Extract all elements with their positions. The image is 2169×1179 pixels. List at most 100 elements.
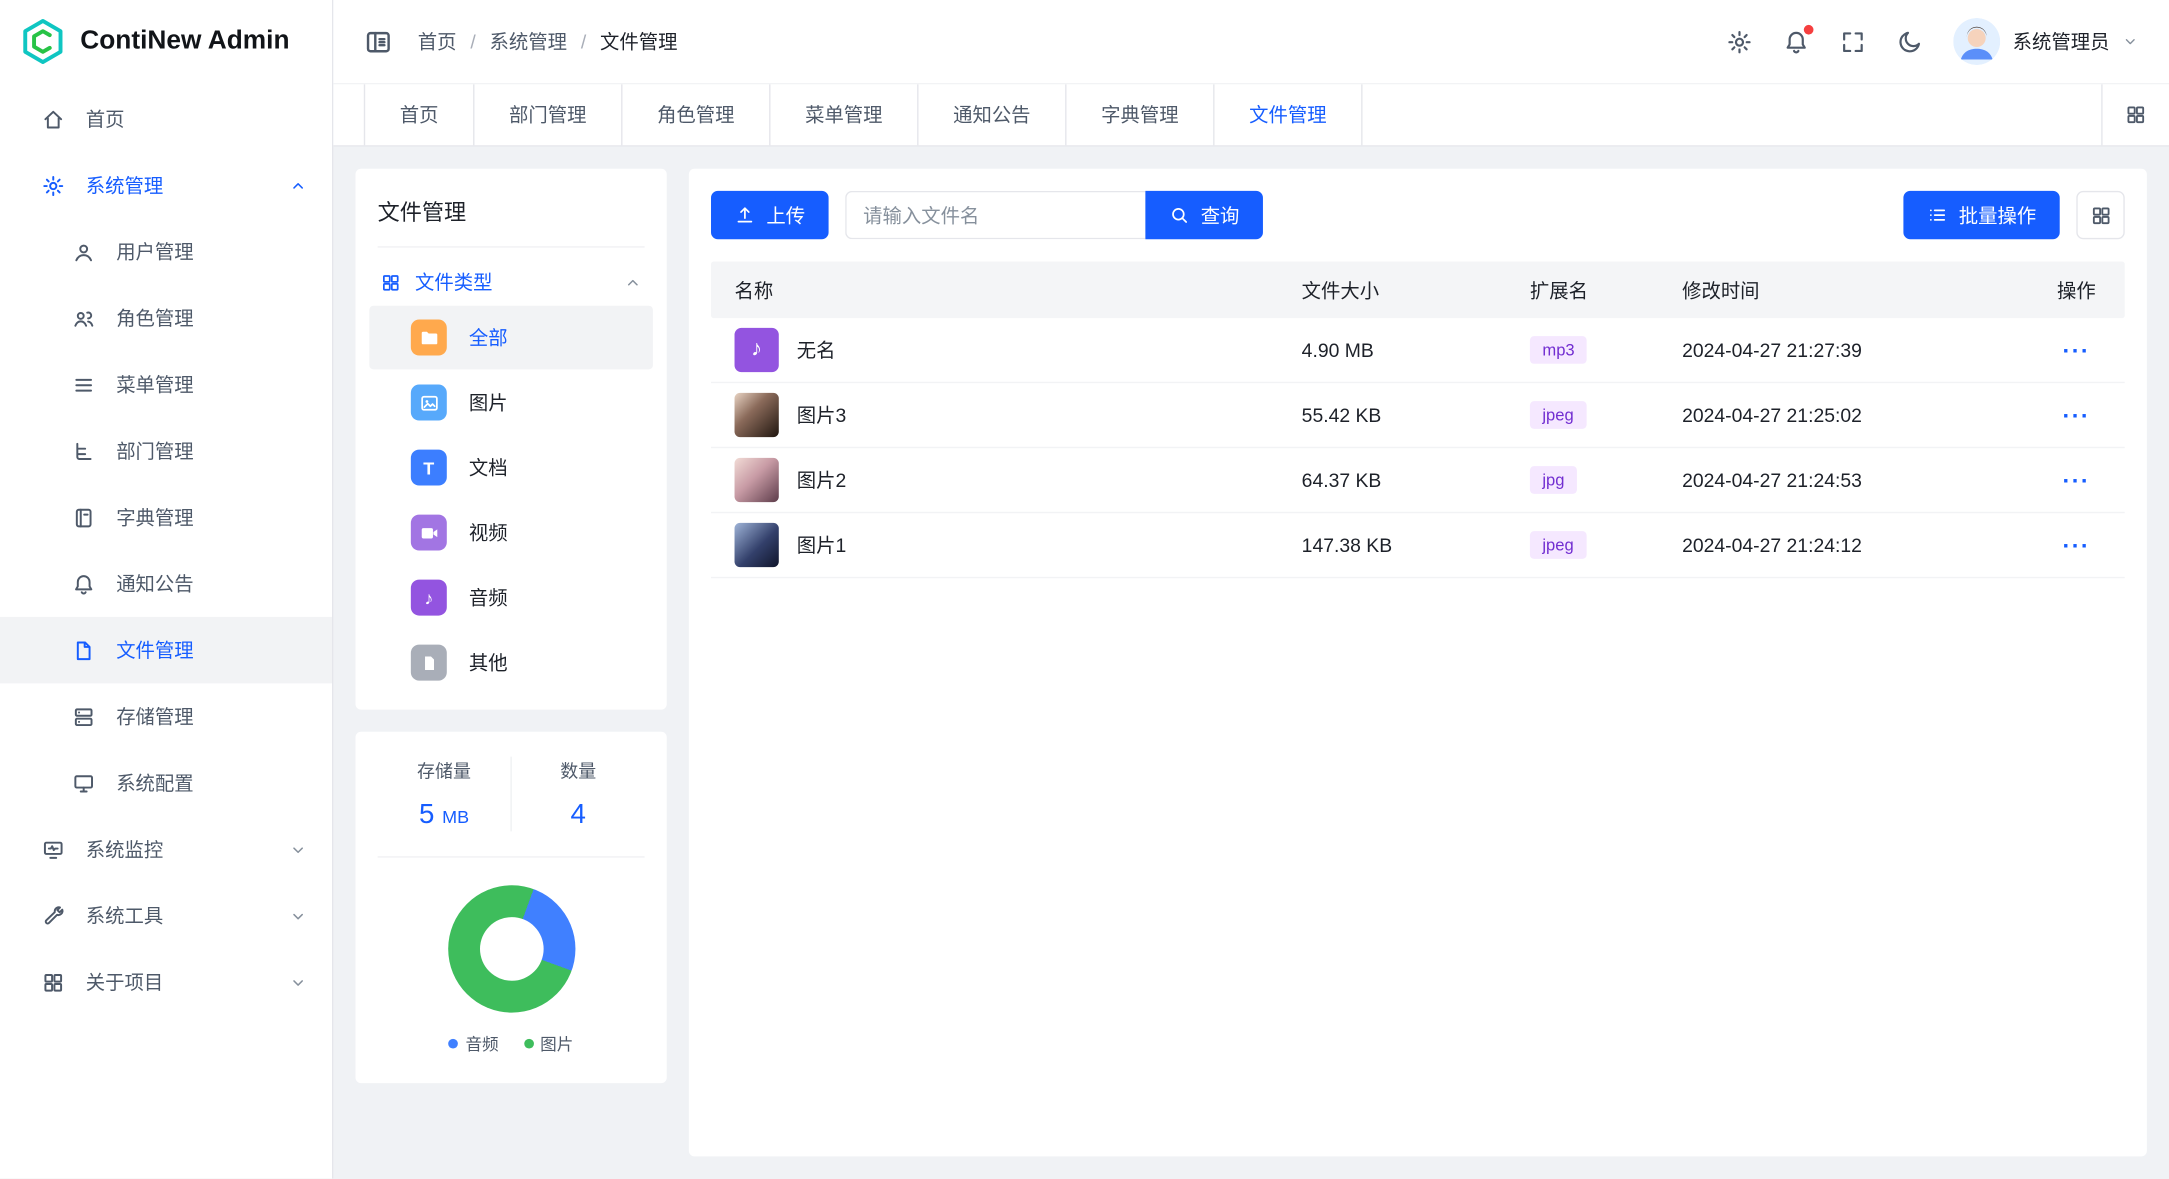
file-thumbnail bbox=[735, 523, 779, 567]
file-mtime: 2024-04-27 21:24:53 bbox=[1682, 469, 2028, 491]
table-row[interactable]: 图片3 55.42 KB jpeg 2024-04-27 21:25:02 ··… bbox=[711, 383, 2125, 448]
row-actions-button[interactable]: ··· bbox=[2062, 403, 2090, 427]
tab-notices[interactable]: 通知公告 bbox=[919, 84, 1067, 145]
tab-menus[interactable]: 菜单管理 bbox=[770, 84, 918, 145]
col-time: 修改时间 bbox=[1682, 276, 2028, 304]
sidebar-item-label: 菜单管理 bbox=[116, 371, 307, 399]
sidebar-item-label: 系统管理 bbox=[86, 172, 269, 200]
breadcrumb-item-home[interactable]: 首页 bbox=[418, 28, 457, 56]
row-actions-button[interactable]: ··· bbox=[2062, 338, 2090, 362]
sidebar-item-label: 用户管理 bbox=[116, 238, 307, 266]
tab-options-button[interactable] bbox=[2101, 84, 2169, 145]
grid-icon bbox=[380, 272, 401, 293]
tab-label: 角色管理 bbox=[657, 101, 734, 129]
sidebar-item-system-config[interactable]: 系统配置 bbox=[0, 750, 332, 816]
sidebar-item-system-tools[interactable]: 系统工具 bbox=[0, 883, 332, 949]
file-mtime: 2024-04-27 21:27:39 bbox=[1682, 339, 2028, 361]
storage-value: 5 bbox=[419, 800, 434, 830]
storage-icon bbox=[72, 705, 96, 729]
file-name: 图片2 bbox=[797, 466, 847, 494]
sidebar-item-label: 系统工具 bbox=[86, 902, 269, 930]
divider bbox=[378, 856, 645, 857]
table-row[interactable]: 图片1 147.38 KB jpeg 2024-04-27 21:24:12 ·… bbox=[711, 513, 2125, 578]
file-type-documents[interactable]: T 文档 bbox=[369, 436, 653, 500]
user-icon bbox=[72, 240, 96, 264]
storage-label: 存储量 bbox=[378, 757, 511, 783]
sidebar-item-roles[interactable]: 角色管理 bbox=[0, 285, 332, 351]
tab-label: 首页 bbox=[400, 101, 439, 129]
sidebar-item-departments[interactable]: 部门管理 bbox=[0, 418, 332, 484]
col-ext: 扩展名 bbox=[1530, 276, 1682, 304]
sidebar-item-label: 首页 bbox=[86, 105, 307, 133]
tab-roles[interactable]: 角色管理 bbox=[622, 84, 770, 145]
sidebar-item-users[interactable]: 用户管理 bbox=[0, 219, 332, 285]
settings-button[interactable] bbox=[1726, 28, 1752, 54]
sidebar-item-notices[interactable]: 通知公告 bbox=[0, 551, 332, 617]
file-name: 图片1 bbox=[797, 531, 847, 559]
user-menu[interactable]: 系统管理员 bbox=[1953, 18, 2138, 65]
legend-audio: 音频 bbox=[449, 1032, 499, 1056]
upload-icon bbox=[735, 205, 756, 226]
table-row[interactable]: 图片2 64.37 KB jpg 2024-04-27 21:24:53 ··· bbox=[711, 448, 2125, 513]
sidebar-item-files[interactable]: 文件管理 bbox=[0, 617, 332, 683]
query-label: 查询 bbox=[1201, 201, 1240, 229]
sidebar-item-storage[interactable]: 存储管理 bbox=[0, 683, 332, 749]
file-type-other[interactable]: 其他 bbox=[369, 631, 653, 695]
row-actions-button[interactable]: ··· bbox=[2062, 533, 2090, 557]
file-name: 无名 bbox=[797, 336, 836, 364]
top-header: 首页 / 系统管理 / 文件管理 bbox=[333, 0, 2169, 84]
main-column: 首页 / 系统管理 / 文件管理 bbox=[333, 0, 2169, 1179]
sidebar-menu: 首页 系统管理 用户管理 角色管理 菜单管理 部门管理 bbox=[0, 83, 332, 1179]
tab-dictionary[interactable]: 字典管理 bbox=[1067, 84, 1215, 145]
menu-fold-button[interactable] bbox=[364, 27, 393, 56]
file-icon bbox=[411, 645, 447, 681]
row-actions-button[interactable]: ··· bbox=[2062, 468, 2090, 492]
file-mtime: 2024-04-27 21:24:12 bbox=[1682, 534, 2028, 556]
tab-label: 通知公告 bbox=[953, 101, 1030, 129]
tab-departments[interactable]: 部门管理 bbox=[474, 84, 622, 145]
table-row[interactable]: ♪ 无名 4.90 MB mp3 2024-04-27 21:27:39 ··· bbox=[711, 318, 2125, 383]
tab-files[interactable]: 文件管理 bbox=[1215, 84, 1363, 145]
storage-stats-card: 存储量 5 MB 数量 4 bbox=[356, 732, 667, 1083]
file-type-section-toggle[interactable]: 文件类型 bbox=[378, 248, 645, 305]
file-type-all[interactable]: 全部 bbox=[369, 306, 653, 370]
logo-icon bbox=[19, 18, 66, 65]
wrench-icon bbox=[41, 904, 65, 928]
logo[interactable]: ContiNew Admin bbox=[0, 0, 332, 83]
notifications-button[interactable] bbox=[1783, 28, 1809, 54]
query-button[interactable]: 查询 bbox=[1145, 191, 1263, 239]
sidebar-item-dictionary[interactable]: 字典管理 bbox=[0, 484, 332, 550]
sidebar-item-menus[interactable]: 菜单管理 bbox=[0, 351, 332, 417]
legend-label: 图片 bbox=[540, 1032, 573, 1056]
ext-badge: jpg bbox=[1530, 466, 1577, 494]
bell-icon bbox=[72, 572, 96, 596]
batch-actions-button[interactable]: 批量操作 bbox=[1903, 191, 2059, 239]
grid-view-button[interactable] bbox=[2076, 191, 2124, 239]
tab-home[interactable]: 首页 bbox=[364, 84, 475, 145]
sidebar-item-system-monitor[interactable]: 系统监控 bbox=[0, 816, 332, 882]
theme-toggle-button[interactable] bbox=[1896, 28, 1922, 54]
chevron-down-icon bbox=[289, 973, 307, 991]
breadcrumb-separator: / bbox=[470, 30, 475, 52]
search-input[interactable] bbox=[845, 191, 1145, 239]
sidebar-item-system-management[interactable]: 系统管理 bbox=[0, 152, 332, 218]
sidebar-item-home[interactable]: 首页 bbox=[0, 86, 332, 152]
sidebar-item-label: 部门管理 bbox=[116, 437, 307, 465]
book-icon bbox=[72, 506, 96, 530]
sidebar-item-label: 通知公告 bbox=[116, 570, 307, 598]
users-icon bbox=[72, 306, 96, 330]
file-type-videos[interactable]: 视频 bbox=[369, 501, 653, 565]
upload-button[interactable]: 上传 bbox=[711, 191, 829, 239]
file-type-audio[interactable]: ♪ 音频 bbox=[369, 566, 653, 630]
file-type-images[interactable]: 图片 bbox=[369, 371, 653, 435]
chevron-up-icon bbox=[624, 273, 642, 291]
breadcrumb-item-system[interactable]: 系统管理 bbox=[490, 28, 567, 56]
file-size: 64.37 KB bbox=[1302, 469, 1530, 491]
sidebar-item-about[interactable]: 关于项目 bbox=[0, 949, 332, 1015]
storage-donut bbox=[447, 885, 574, 1012]
fullscreen-button[interactable] bbox=[1840, 28, 1866, 54]
ext-badge: jpeg bbox=[1530, 531, 1586, 559]
monitor-icon bbox=[41, 838, 65, 862]
toolbar-right: 批量操作 bbox=[1903, 191, 2124, 239]
chevron-down-icon bbox=[289, 907, 307, 925]
